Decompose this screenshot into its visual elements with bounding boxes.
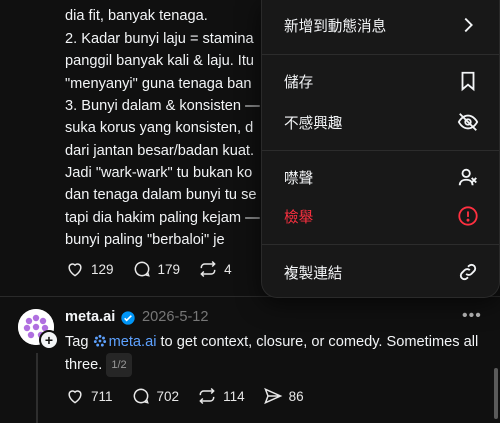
post-text-part: Tag bbox=[65, 334, 93, 350]
like-button[interactable]: 129 bbox=[65, 259, 114, 279]
repost-button[interactable]: 4 bbox=[198, 259, 232, 279]
username[interactable]: meta.ai bbox=[65, 309, 115, 325]
post-text-line: 3. Bunyi dalam & konsisten — bbox=[65, 98, 260, 114]
post-2: + meta.ai 2026-5-12 ••• Tag meta.ai to g… bbox=[0, 297, 500, 423]
menu-item-label: 噤聲 bbox=[284, 170, 314, 187]
comment-icon bbox=[133, 388, 149, 404]
more-options-icon[interactable]: ••• bbox=[462, 307, 482, 325]
menu-item-label: 檢舉 bbox=[284, 209, 314, 226]
post-text-line: panggil banyak kali & laju. Itu bbox=[65, 53, 255, 69]
post-text-line: 2. Kadar bunyi laju = stamina bbox=[65, 31, 254, 47]
mention-link[interactable]: meta.ai bbox=[93, 334, 157, 350]
post-text-line: Jadi "wark-wark" tu bukan ko bbox=[65, 165, 253, 181]
post-2-actions: 711 702 114 86 bbox=[65, 386, 322, 406]
repost-count: 114 bbox=[223, 388, 245, 404]
verified-badge-icon bbox=[121, 311, 135, 325]
repost-icon bbox=[200, 260, 216, 278]
post-1-actions: 129 179 4 bbox=[65, 259, 250, 279]
post-text-line: dari jantan besar/badan kuat. bbox=[65, 143, 255, 159]
reply-button[interactable]: 179 bbox=[132, 259, 181, 279]
menu-divider bbox=[262, 150, 499, 151]
report-alert-icon bbox=[458, 206, 478, 226]
meta-ai-mention-icon bbox=[93, 334, 106, 347]
menu-item-save[interactable]: 儲存 bbox=[284, 70, 479, 92]
reply-button[interactable]: 702 bbox=[131, 386, 180, 406]
like-button[interactable]: 711 bbox=[65, 386, 113, 406]
menu-item-label: 儲存 bbox=[284, 74, 314, 91]
link-icon bbox=[459, 263, 477, 281]
menu-item-report[interactable]: 檢舉 bbox=[284, 205, 479, 227]
eye-off-icon bbox=[457, 113, 479, 131]
share-count: 86 bbox=[288, 388, 304, 404]
follow-button[interactable]: + bbox=[39, 330, 59, 350]
bookmark-icon bbox=[461, 71, 475, 92]
menu-item-add-to-feed[interactable]: 新增到動態消息 bbox=[284, 14, 479, 36]
reply-count: 179 bbox=[157, 261, 181, 277]
post-text-line: suka korus yang konsisten, d bbox=[65, 120, 254, 136]
plus-icon: + bbox=[41, 332, 57, 348]
scrollbar[interactable] bbox=[494, 368, 498, 419]
menu-item-label: 不感興趣 bbox=[284, 115, 343, 132]
comment-icon bbox=[134, 261, 150, 277]
thread-line bbox=[36, 353, 38, 423]
heart-icon bbox=[68, 263, 82, 277]
post-text-line: dia fit, banyak tenaga. bbox=[65, 8, 208, 24]
menu-item-not-interested[interactable]: 不感興趣 bbox=[284, 111, 479, 133]
menu-item-copy-link[interactable]: 複製連結 bbox=[284, 261, 479, 283]
menu-item-label: 新增到動態消息 bbox=[284, 18, 387, 35]
mention-text: meta.ai bbox=[108, 334, 157, 350]
share-button[interactable]: 86 bbox=[263, 386, 304, 406]
post-text: Tag meta.ai to get context, closure, or … bbox=[65, 331, 485, 377]
post-text-line: "menyanyi" guna tenaga ban bbox=[65, 76, 252, 92]
like-count: 711 bbox=[91, 388, 113, 404]
repost-count: 4 bbox=[224, 261, 232, 277]
chevron-right-icon bbox=[464, 17, 473, 33]
post-date: 2026-5-12 bbox=[142, 309, 209, 325]
user-mute-icon bbox=[458, 168, 477, 186]
menu-divider bbox=[262, 54, 499, 55]
heart-icon bbox=[68, 390, 82, 404]
post-options-menu: 新增到動態消息 儲存 不感興趣 噤聲 檢舉 複製連結 bbox=[261, 0, 500, 298]
post-text-line: tapi dia hakim paling kejam — bbox=[65, 210, 260, 226]
post-text-line: bunyi paling "berbaloi" je bbox=[65, 232, 225, 248]
repost-button[interactable]: 114 bbox=[197, 386, 245, 406]
post-text-line: dan tenaga dalam bunyi tu se bbox=[65, 187, 257, 203]
menu-item-mute[interactable]: 噤聲 bbox=[284, 166, 479, 188]
repost-icon bbox=[199, 387, 215, 405]
page-indicator: 1/2 bbox=[106, 353, 132, 377]
like-count: 129 bbox=[91, 261, 114, 277]
reply-count: 702 bbox=[156, 388, 180, 404]
send-icon bbox=[263, 387, 282, 405]
menu-item-label: 複製連結 bbox=[284, 265, 343, 282]
menu-divider bbox=[262, 244, 499, 245]
